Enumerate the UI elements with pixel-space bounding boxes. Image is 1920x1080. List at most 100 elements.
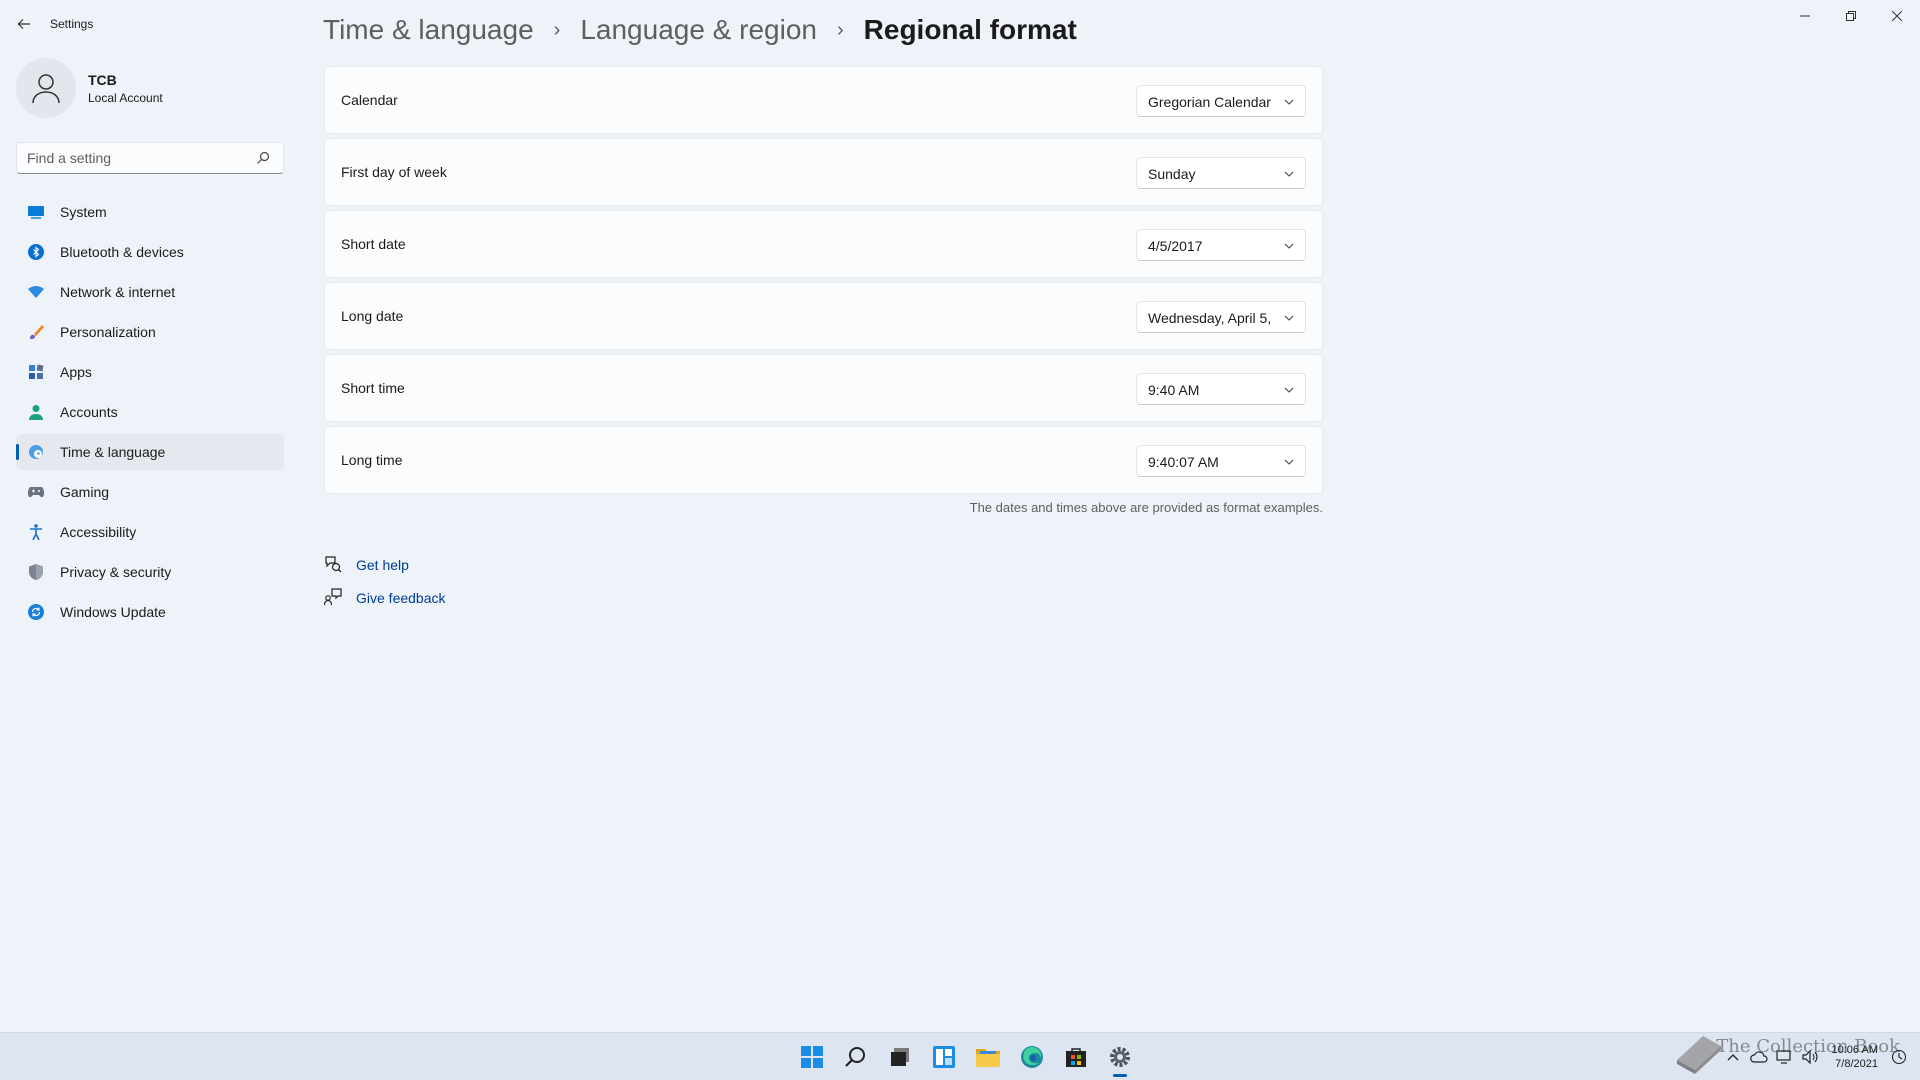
person-icon <box>32 74 60 104</box>
search-icon[interactable] <box>834 1033 878 1080</box>
setting-card-first-day-of-week: First day of week Sunday <box>324 138 1323 206</box>
dropdown-value: Wednesday, April 5, <box>1148 310 1272 326</box>
format-examples-note: The dates and times above are provided a… <box>969 500 1323 515</box>
dropdown-value: 4/5/2017 <box>1148 238 1203 254</box>
setting-label: Short date <box>341 236 406 252</box>
breadcrumb: Time & language › Language & region › Re… <box>323 10 1077 50</box>
sidebar-item-bluetooth[interactable]: Bluetooth & devices <box>16 234 284 270</box>
taskbar-apps <box>790 1033 1142 1080</box>
get-help-label: Get help <box>356 556 409 573</box>
sidebar-item-windows-update[interactable]: Windows Update <box>16 594 284 630</box>
dropdown-value: 9:40:07 AM <box>1148 454 1219 470</box>
sidebar-item-label: Windows Update <box>60 604 166 620</box>
setting-card-long-date: Long date Wednesday, April 5, <box>324 282 1323 350</box>
sidebar-item-personalization[interactable]: Personalization <box>16 314 284 350</box>
restore-button[interactable] <box>1828 0 1874 32</box>
close-button[interactable] <box>1874 0 1920 32</box>
sidebar-item-apps[interactable]: Apps <box>16 354 284 390</box>
update-icon <box>28 604 44 620</box>
sidebar-item-label: System <box>60 204 107 220</box>
brush-icon <box>28 324 44 340</box>
setting-label: First day of week <box>341 164 447 180</box>
search-icon[interactable] <box>255 150 271 166</box>
sidebar-item-label: Network & internet <box>60 284 176 300</box>
search-box <box>16 142 284 174</box>
give-feedback-label: Give feedback <box>356 589 446 606</box>
regional-format-settings: Calendar Gregorian Calendar First day of… <box>324 66 1323 498</box>
setting-card-short-time: Short time 9:40 AM <box>324 354 1323 422</box>
file-explorer-icon[interactable] <box>966 1033 1010 1080</box>
chevron-right-icon: › <box>553 18 561 41</box>
task-view-icon[interactable] <box>878 1033 922 1080</box>
person-icon <box>28 404 44 420</box>
restore-icon <box>1846 11 1856 21</box>
monitor-icon <box>28 204 44 220</box>
store-icon[interactable] <box>1054 1033 1098 1080</box>
edge-icon[interactable] <box>1010 1033 1054 1080</box>
setting-label: Short time <box>341 380 405 396</box>
profile-account-type: Local Account <box>88 91 163 105</box>
profile-name: TCB <box>88 72 117 88</box>
dropdown-value: Gregorian Calendar <box>1148 94 1271 110</box>
give-feedback-link[interactable]: Give feedback <box>324 581 446 614</box>
calendar-dropdown[interactable]: Gregorian Calendar <box>1136 85 1306 117</box>
long-date-dropdown[interactable]: Wednesday, April 5, <box>1136 301 1306 333</box>
breadcrumb-language-region[interactable]: Language & region <box>580 14 817 46</box>
minimize-button[interactable] <box>1782 0 1828 32</box>
avatar <box>16 58 76 118</box>
setting-card-short-date: Short date 4/5/2017 <box>324 210 1323 278</box>
long-time-dropdown[interactable]: 9:40:07 AM <box>1136 445 1306 477</box>
wifi-icon <box>28 284 44 300</box>
sidebar-item-accounts[interactable]: Accounts <box>16 394 284 430</box>
back-button[interactable] <box>12 12 36 36</box>
taskbar: 10:06 AM 7/8/2021 <box>0 1032 1920 1080</box>
window-controls <box>1782 0 1920 32</box>
chevron-right-icon: › <box>836 18 844 41</box>
get-help-link[interactable]: Get help <box>324 548 446 581</box>
windows-start-icon[interactable] <box>790 1033 834 1080</box>
sidebar-item-gaming[interactable]: Gaming <box>16 474 284 510</box>
watermark-text: The Collection Book <box>1716 1036 1900 1057</box>
sidebar-item-accessibility[interactable]: Accessibility <box>16 514 284 550</box>
settings-gear-icon[interactable] <box>1098 1033 1142 1080</box>
setting-card-calendar: Calendar Gregorian Calendar <box>324 66 1323 134</box>
close-icon <box>1892 11 1902 21</box>
chevron-down-icon <box>1284 243 1294 249</box>
sidebar-item-label: Personalization <box>60 324 156 340</box>
globe-clock-icon <box>28 444 44 460</box>
search-input[interactable] <box>17 143 237 173</box>
chevron-down-icon <box>1284 171 1294 177</box>
sidebar-item-privacy[interactable]: Privacy & security <box>16 554 284 590</box>
sidebar-item-label: Gaming <box>60 484 110 500</box>
bluetooth-icon <box>28 244 44 260</box>
breadcrumb-time-language[interactable]: Time & language <box>323 14 534 46</box>
chevron-down-icon <box>1284 315 1294 321</box>
setting-label: Long date <box>341 308 404 324</box>
sidebar-item-label: Time & language <box>60 444 166 460</box>
sidebar-item-label: Apps <box>60 364 92 380</box>
sidebar-item-label: Bluetooth & devices <box>60 244 184 260</box>
setting-card-long-time: Long time 9:40:07 AM <box>324 426 1323 494</box>
accessibility-icon <box>28 524 44 540</box>
short-date-dropdown[interactable]: 4/5/2017 <box>1136 229 1306 261</box>
short-time-dropdown[interactable]: 9:40 AM <box>1136 373 1306 405</box>
sidebar-item-label: Accounts <box>60 404 118 420</box>
first-day-of-week-dropdown[interactable]: Sunday <box>1136 157 1306 189</box>
page-title: Regional format <box>863 14 1077 45</box>
sidebar-item-system[interactable]: System <box>16 194 284 230</box>
sidebar-item-network[interactable]: Network & internet <box>16 274 284 310</box>
clock-date: 7/8/2021 <box>1835 1058 1878 1070</box>
feedback-icon <box>324 588 342 606</box>
setting-label: Long time <box>341 452 403 468</box>
sidebar-item-time-language[interactable]: Time & language <box>16 434 284 470</box>
back-arrow-icon <box>17 19 30 29</box>
help-links: Get help Give feedback <box>324 548 446 614</box>
chevron-down-icon <box>1284 459 1294 465</box>
widgets-icon[interactable] <box>922 1033 966 1080</box>
dropdown-value: 9:40 AM <box>1148 382 1200 398</box>
shield-icon <box>28 564 44 580</box>
sidebar-item-label: Privacy & security <box>60 564 172 580</box>
user-profile[interactable]: TCB Local Account <box>16 58 286 118</box>
app-title: Settings <box>50 17 94 31</box>
apps-icon <box>28 364 44 380</box>
